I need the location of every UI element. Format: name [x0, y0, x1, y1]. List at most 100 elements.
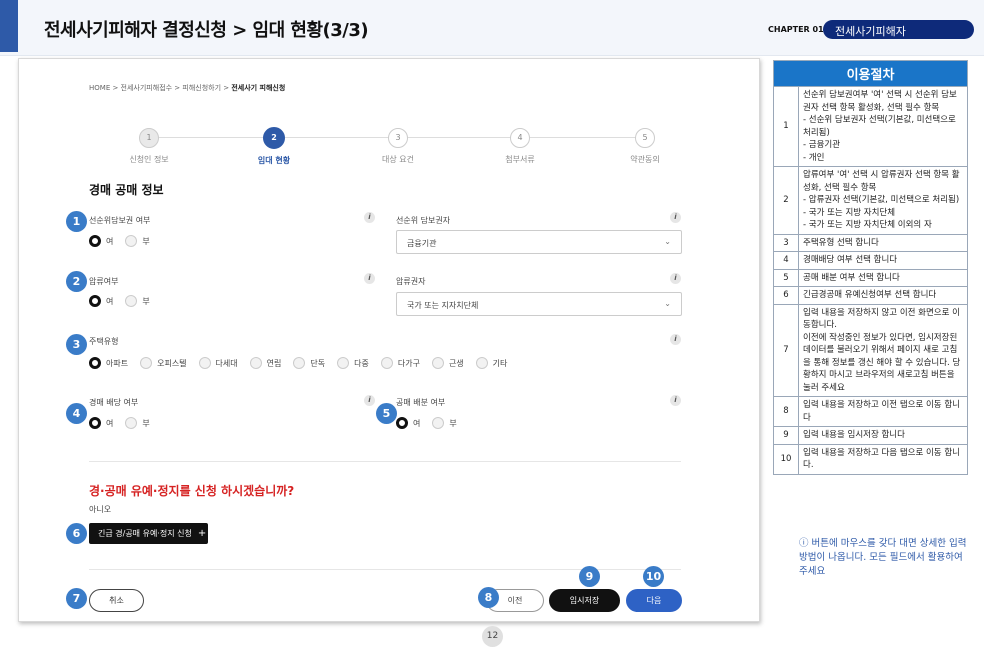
radio-label: 기타	[492, 358, 508, 368]
radio-label: 다세대	[215, 358, 238, 368]
row-text: 입력 내용을 저장하고 다음 탭으로 이동 합니다.	[798, 443, 968, 475]
radio-multiplex[interactable]: 다중	[337, 357, 369, 369]
callout-badge: 1	[66, 211, 87, 232]
info-icon[interactable]: i	[670, 395, 681, 406]
step-number: 5	[635, 128, 655, 148]
step-label: 약관동의	[630, 155, 660, 164]
radio-no[interactable]: 부	[125, 235, 150, 247]
step-4[interactable]: 4 첨부서류	[470, 125, 570, 165]
radio-unchecked-icon	[337, 357, 350, 369]
procedure-row: 5 공매 배분 여부 선택 합니다	[773, 268, 968, 287]
info-icon[interactable]: i	[670, 334, 681, 345]
step-number: 2	[263, 127, 285, 149]
radio-unchecked-icon	[140, 357, 153, 369]
radio-unchecked-icon	[125, 295, 138, 307]
suspension-question: 경·공매 유예·정지를 신청 하시겠습니까?	[89, 484, 295, 498]
senior-mortgage-holder-select[interactable]: 금융기관 ⌄	[396, 230, 682, 254]
info-icon[interactable]: i	[364, 212, 375, 223]
callout-badge: 8	[478, 587, 499, 608]
row-text: 입력 내용을 저장하지 않고 이전 화면으로 이동합니다. 이전에 작성중인 정…	[798, 303, 968, 397]
radio-no[interactable]: 부	[432, 417, 457, 429]
radio-yes[interactable]: 여	[89, 417, 113, 429]
seizure-label: 압류여부	[89, 277, 119, 286]
row-text: 압류여부 '여' 선택 시 압류권자 선택 항목 활성화, 선택 필수 항목 -…	[798, 166, 968, 235]
radio-label: 아파트	[106, 358, 129, 368]
procedure-row: 3 주택유형 선택 합니다	[773, 233, 968, 252]
page-title: 전세사기피해자 결정신청 > 임대 현황(3/3)	[44, 20, 369, 41]
row-number: 2	[773, 166, 799, 235]
radio-label: 여	[106, 236, 114, 246]
chapter-label: CHAPTER 01	[768, 25, 824, 34]
button-label: 긴급 경/공매 유예·정지 신청	[98, 529, 192, 538]
radio-officetel[interactable]: 오피스텔	[140, 357, 187, 369]
row-number: 3	[773, 233, 799, 252]
step-3[interactable]: 3 대상 요건	[348, 125, 448, 165]
seizure-radio-group: 여 부	[89, 295, 162, 307]
step-label: 임대 현황	[257, 156, 291, 165]
step-1[interactable]: 1 신청인 정보	[99, 125, 199, 165]
procedure-row: 1 선순위 담보권여부 '여' 선택 시 선순위 담보권자 선택 항목 활성화, …	[773, 86, 968, 167]
radio-yes[interactable]: 여	[396, 417, 420, 429]
callout-badge: 3	[66, 334, 87, 355]
row-text: 주택유형 선택 합니다	[798, 233, 968, 252]
info-icon[interactable]: i	[364, 395, 375, 406]
radio-label: 단독	[310, 358, 326, 368]
page-header: 전세사기피해자 결정신청 > 임대 현황(3/3) CHAPTER 01 전세사…	[0, 0, 984, 56]
step-2[interactable]: 2 임대 현황	[224, 125, 324, 166]
procedure-row: 2 압류여부 '여' 선택 시 압류권자 선택 항목 활성화, 선택 필수 항목 …	[773, 166, 968, 235]
procedure-title: 이용절차	[773, 60, 968, 87]
breadcrumb: HOME > 전세사기피해접수 > 피해신청하기 > 전세사기 피해신청	[89, 83, 285, 93]
radio-yes[interactable]: 여	[89, 235, 113, 247]
radio-yes[interactable]: 여	[89, 295, 113, 307]
row-text: 경매배당 여부 선택 합니다	[798, 251, 968, 270]
next-button[interactable]: 다음	[626, 589, 682, 612]
radio-row-house[interactable]: 연립	[249, 357, 282, 369]
info-icon[interactable]: i	[364, 273, 375, 284]
step-label: 신청인 정보	[129, 155, 169, 164]
step-number: 4	[510, 128, 530, 148]
radio-unchecked-icon	[432, 417, 445, 429]
urgent-suspension-button[interactable]: 긴급 경/공매 유예·정지 신청 +	[89, 523, 208, 544]
radio-label: 부	[449, 418, 457, 428]
housing-type-radio-group: 아파트 오피스텔 다세대 연립 단독 다중 다가구 근생 기타	[89, 357, 519, 369]
page-number: 12	[482, 626, 503, 647]
seizure-holder-label: 압류권자	[396, 277, 426, 286]
row-number: 5	[773, 268, 799, 287]
select-value: 국가 또는 지자치단체	[407, 301, 479, 310]
cancel-button[interactable]: 취소	[89, 589, 144, 612]
radio-apartment[interactable]: 아파트	[89, 357, 128, 369]
radio-label: 연립	[266, 358, 282, 368]
senior-mortgage-radio-group: 여 부	[89, 235, 162, 247]
public-sale-dividend-radio-group: 여 부	[396, 417, 469, 429]
radio-detached[interactable]: 단독	[293, 357, 325, 369]
radio-no[interactable]: 부	[125, 295, 150, 307]
info-icon[interactable]: i	[670, 212, 681, 223]
procedure-row: 8 입력 내용을 저장하고 이전 탭으로 이동 합니다	[773, 396, 968, 427]
radio-checked-icon	[89, 295, 101, 307]
radio-label: 다중	[354, 358, 369, 368]
procedure-row: 10 입력 내용을 저장하고 다음 탭으로 이동 합니다.	[773, 443, 968, 475]
step-5[interactable]: 5 약관동의	[595, 125, 695, 165]
radio-multi-family[interactable]: 다가구	[380, 357, 420, 369]
radio-checked-icon	[396, 417, 408, 429]
divider	[89, 461, 681, 462]
radio-unchecked-icon	[380, 357, 393, 369]
radio-label: 여	[106, 296, 114, 306]
procedure-row: 6 긴급경공매 유예신청여부 선택 합니다	[773, 286, 968, 305]
radio-checked-icon	[89, 235, 101, 247]
seizure-holder-select[interactable]: 국가 또는 지자치단체 ⌄	[396, 292, 682, 316]
radio-unchecked-icon	[293, 357, 306, 369]
radio-other[interactable]: 기타	[475, 357, 508, 369]
chapter-title-pill: 전세사기피해자	[823, 20, 974, 39]
chevron-down-icon: ⌄	[664, 299, 671, 308]
radio-multi-household[interactable]: 다세대	[198, 357, 238, 369]
info-icon[interactable]: i	[670, 273, 681, 284]
breadcrumb-path: HOME > 전세사기피해접수 > 피해신청하기 >	[89, 84, 232, 92]
radio-neighborhood[interactable]: 근생	[431, 357, 464, 369]
callout-badge: 10	[643, 566, 664, 587]
radio-no[interactable]: 부	[125, 417, 150, 429]
step-number: 1	[139, 128, 159, 148]
plus-icon: +	[197, 528, 207, 539]
row-number: 7	[773, 303, 799, 397]
temp-save-button[interactable]: 임시저장	[549, 589, 620, 612]
